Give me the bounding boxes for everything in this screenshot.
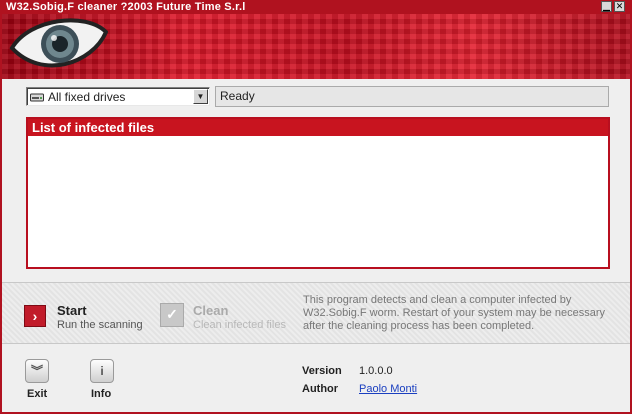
app-window: W32.Sobig.F cleaner ?2003 Future Time S.… xyxy=(0,0,632,414)
minimize-button[interactable]: ▁ xyxy=(601,1,612,12)
actions-band: › Start Run the scanning ✓ Clean Clean i… xyxy=(2,282,630,343)
start-subtitle[interactable]: Run the scanning xyxy=(57,319,143,331)
eye-logo-icon xyxy=(9,18,108,68)
header-banner xyxy=(2,14,630,79)
drive-icon xyxy=(30,93,44,102)
drive-select-value: All fixed drives xyxy=(48,90,126,104)
minimize-icon: ▁ xyxy=(603,1,610,11)
chevron-right-icon: › xyxy=(32,308,38,324)
clean-subtitle[interactable]: Clean infected files xyxy=(193,319,286,331)
info-button[interactable]: i xyxy=(90,359,114,383)
drive-select[interactable]: All fixed drives ▼ xyxy=(26,87,210,106)
chevron-down-icon: ▼ xyxy=(196,92,205,101)
exit-button[interactable]: ︾ xyxy=(25,359,49,383)
title-bar[interactable]: W32.Sobig.F cleaner ?2003 Future Time S.… xyxy=(0,0,632,14)
info-label[interactable]: Info xyxy=(91,388,111,400)
version-label: Version xyxy=(302,365,342,377)
author-label: Author xyxy=(302,383,339,395)
clean-title[interactable]: Clean xyxy=(193,303,228,318)
main-panel: All fixed drives ▼ Ready List of infecte… xyxy=(2,79,630,282)
double-chevron-down-icon: ︾ xyxy=(30,364,43,378)
program-description: This program detects and clean a compute… xyxy=(303,294,605,332)
close-button[interactable]: ✕ xyxy=(614,1,625,12)
author-link[interactable]: Paolo Monti xyxy=(359,383,417,395)
version-value: 1.0.0.0 xyxy=(359,365,393,377)
infected-files-header: List of infected files xyxy=(28,119,608,136)
checkmark-icon: ✓ xyxy=(166,306,178,322)
start-title[interactable]: Start xyxy=(57,303,87,318)
window-title: W32.Sobig.F cleaner ?2003 Future Time S.… xyxy=(6,1,246,13)
exit-label[interactable]: Exit xyxy=(27,388,47,400)
info-icon: i xyxy=(100,364,104,378)
dropdown-arrow-button[interactable]: ▼ xyxy=(193,89,208,104)
footer-panel: ︾ Exit i Info Version 1.0.0.0 Author Pao… xyxy=(2,343,630,412)
start-button[interactable]: › xyxy=(24,305,46,327)
close-icon: ✕ xyxy=(615,1,624,11)
status-field: Ready xyxy=(215,86,609,107)
clean-button[interactable]: ✓ xyxy=(160,303,184,327)
infected-files-list[interactable]: List of infected files xyxy=(26,117,610,269)
